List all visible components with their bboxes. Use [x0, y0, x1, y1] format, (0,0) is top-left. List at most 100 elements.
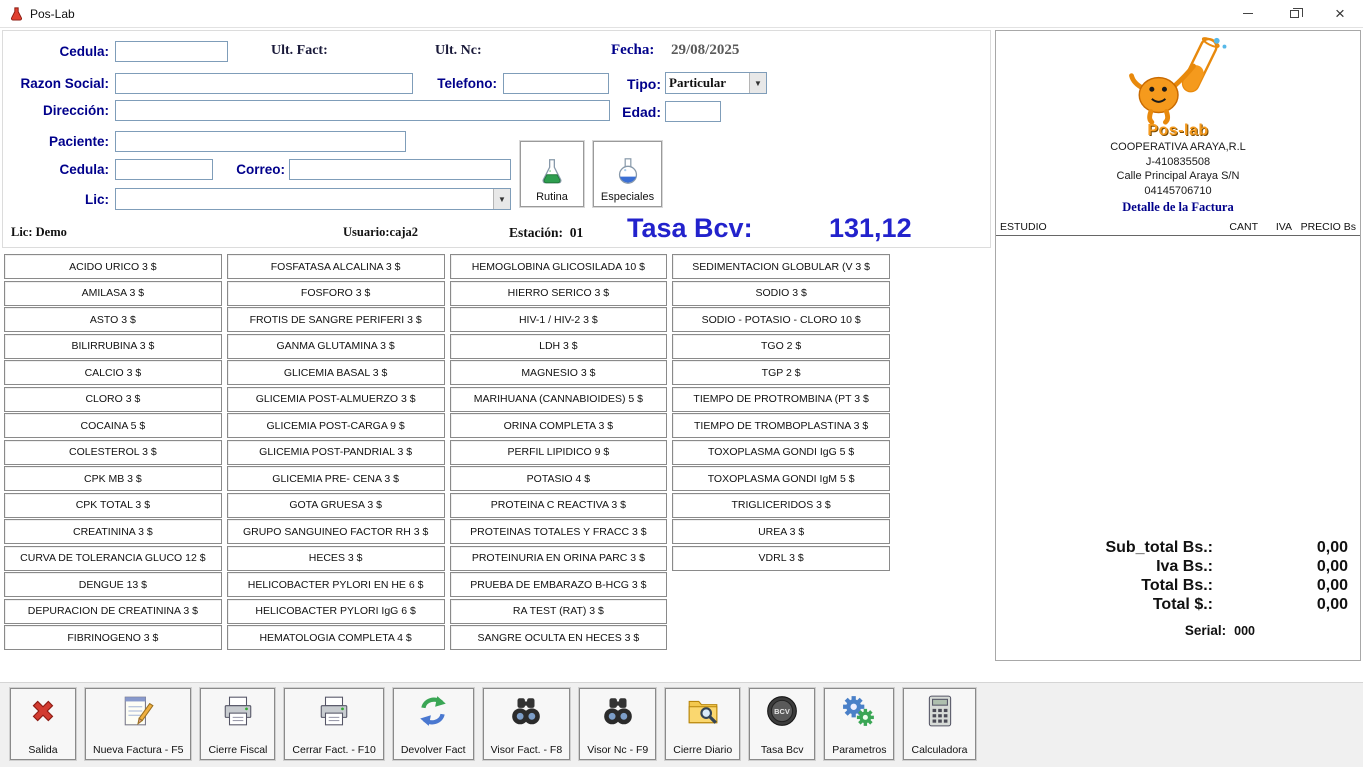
test-button[interactable]: CURVA DE TOLERANCIA GLUCO 12 $	[4, 546, 222, 571]
total-bs-row: Total Bs.: 0,00	[996, 577, 1348, 595]
test-button[interactable]: HIERRO SERICO 3 $	[450, 281, 668, 306]
test-button[interactable]: GLICEMIA BASAL 3 $	[227, 360, 445, 385]
test-button[interactable]: GLICEMIA PRE- CENA 3 $	[227, 466, 445, 491]
test-button[interactable]: CLORO 3 $	[4, 387, 222, 412]
titlebar: Pos-Lab ×	[0, 0, 1363, 28]
edad-input[interactable]	[665, 101, 721, 122]
test-button[interactable]: HELICOBACTER PYLORI EN HE 6 $	[227, 572, 445, 597]
razon-social-input[interactable]	[115, 73, 413, 94]
test-button[interactable]: LDH 3 $	[450, 334, 668, 359]
test-button[interactable]: SODIO 3 $	[672, 281, 890, 306]
test-button[interactable]: ORINA COMPLETA 3 $	[450, 413, 668, 438]
cierre-fiscal-button[interactable]: Cierre Fiscal	[200, 688, 275, 760]
status-lic: Lic: Demo	[11, 225, 67, 240]
test-button[interactable]: CPK MB 3 $	[4, 466, 222, 491]
nueva-factura-button[interactable]: Nueva Factura - F5	[85, 688, 191, 760]
test-button[interactable]: GRUPO SANGUINEO FACTOR RH 3 $	[227, 519, 445, 544]
test-button[interactable]: HEMATOLOGIA COMPLETA 4 $	[227, 625, 445, 650]
direccion-input[interactable]	[115, 100, 610, 121]
exit-icon	[26, 694, 60, 728]
test-button[interactable]: ASTO 3 $	[4, 307, 222, 332]
test-button[interactable]: TOXOPLASMA GONDI IgM 5 $	[672, 466, 890, 491]
visor-nc-button[interactable]: Visor Nc - F9	[579, 688, 656, 760]
lic-select[interactable]: ▼	[115, 188, 511, 210]
test-button[interactable]: CALCIO 3 $	[4, 360, 222, 385]
devolver-fact-button[interactable]: Devolver Fact	[393, 688, 474, 760]
test-button[interactable]: GLICEMIA POST-ALMUERZO 3 $	[227, 387, 445, 412]
cedula-paciente-label: Cedula:	[3, 162, 109, 177]
test-button[interactable]: DEPURACION DE CREATININA 3 $	[4, 599, 222, 624]
test-button[interactable]: FROTIS DE SANGRE PERIFERI 3 $	[227, 307, 445, 332]
test-button[interactable]: GANMA GLUTAMINA 3 $	[227, 334, 445, 359]
tasa-bcv-button[interactable]: BCVTasa Bcv	[749, 688, 815, 760]
test-button[interactable]: PERFIL LIPIDICO 9 $	[450, 440, 668, 465]
test-button[interactable]: FOSFORO 3 $	[227, 281, 445, 306]
test-button[interactable]: SEDIMENTACION GLOBULAR (V 3 $	[672, 254, 890, 279]
test-button[interactable]: POTASIO 4 $	[450, 466, 668, 491]
paciente-input[interactable]	[115, 131, 406, 152]
test-button[interactable]: GLICEMIA POST-PANDRIAL 3 $	[227, 440, 445, 465]
test-button[interactable]: GLICEMIA POST-CARGA 9 $	[227, 413, 445, 438]
invoice-detail-title: Detalle de la Factura	[996, 200, 1360, 215]
test-button[interactable]: HEMOGLOBINA GLICOSILADA 10 $	[450, 254, 668, 279]
test-button[interactable]: FOSFATASA ALCALINA 3 $	[227, 254, 445, 279]
rutina-button[interactable]: Rutina	[520, 141, 584, 207]
parametros-button[interactable]: Parametros	[824, 688, 894, 760]
test-button[interactable]: TOXOPLASMA GONDI IgG 5 $	[672, 440, 890, 465]
toolbar-button-label: Tasa Bcv	[761, 744, 804, 756]
test-button[interactable]: AMILASA 3 $	[4, 281, 222, 306]
test-button[interactable]: TRIGLICERIDOS 3 $	[672, 493, 890, 518]
telefono-input[interactable]	[503, 73, 609, 94]
test-button[interactable]: TGP 2 $	[672, 360, 890, 385]
test-button[interactable]: HIV-1 / HIV-2 3 $	[450, 307, 668, 332]
correo-input[interactable]	[289, 159, 511, 180]
test-button[interactable]: MAGNESIO 3 $	[450, 360, 668, 385]
test-button[interactable]: BILIRRUBINA 3 $	[4, 334, 222, 359]
test-button[interactable]: HECES 3 $	[227, 546, 445, 571]
visor-fact-button[interactable]: Visor Fact. - F8	[483, 688, 571, 760]
total-bs-value: 0,00	[1213, 577, 1348, 595]
toolbar-button-label: Calculadora	[911, 744, 967, 756]
toolbar-button-label: Cierre Fiscal	[208, 744, 267, 756]
close-button[interactable]: ×	[1317, 0, 1363, 27]
telefono-label: Telefono:	[423, 76, 497, 91]
cedula-paciente-input[interactable]	[115, 159, 213, 180]
test-button[interactable]: PROTEINURIA EN ORINA PARC 3 $	[450, 546, 668, 571]
test-button[interactable]: SODIO - POTASIO - CLORO 10 $	[672, 307, 890, 332]
test-button[interactable]: PRUEBA DE EMBARAZO B-HCG 3 $	[450, 572, 668, 597]
test-button[interactable]: COLESTEROL 3 $	[4, 440, 222, 465]
test-button[interactable]: PROTEINAS TOTALES Y FRACC 3 $	[450, 519, 668, 544]
iva-value: 0,00	[1213, 558, 1348, 576]
cedula-client-input[interactable]	[115, 41, 228, 62]
test-button[interactable]: GOTA GRUESA 3 $	[227, 493, 445, 518]
lic-selected-value	[116, 189, 493, 209]
test-button[interactable]: PROTEINA C REACTIVA 3 $	[450, 493, 668, 518]
cerrar-fact-button[interactable]: Cerrar Fact. - F10	[284, 688, 383, 760]
restore-button[interactable]	[1271, 0, 1317, 27]
test-button[interactable]: MARIHUANA (CANNABIOIDES) 5 $	[450, 387, 668, 412]
test-button[interactable]: VDRL 3 $	[672, 546, 890, 571]
test-button[interactable]: TIEMPO DE TROMBOPLASTINA 3 $	[672, 413, 890, 438]
minimize-button[interactable]	[1225, 0, 1271, 27]
cierre-diario-button[interactable]: Cierre Diario	[665, 688, 740, 760]
test-button[interactable]: DENGUE 13 $	[4, 572, 222, 597]
company-name: COOPERATIVA ARAYA,R.L	[996, 140, 1360, 155]
toolbar-button-label: Nueva Factura - F5	[93, 744, 183, 756]
window-controls: ×	[1225, 0, 1363, 27]
especiales-button[interactable]: Especiales	[593, 141, 662, 207]
test-button[interactable]: TIEMPO DE PROTROMBINA (PT 3 $	[672, 387, 890, 412]
test-button[interactable]: COCAINA 5 $	[4, 413, 222, 438]
salida-button[interactable]: Salida	[10, 688, 76, 760]
calculadora-button[interactable]: Calculadora	[903, 688, 975, 760]
test-button[interactable]: UREA 3 $	[672, 519, 890, 544]
test-button[interactable]: HELICOBACTER PYLORI IgG 6 $	[227, 599, 445, 624]
test-button[interactable]: CPK TOTAL 3 $	[4, 493, 222, 518]
test-button[interactable]: RA TEST (RAT) 3 $	[450, 599, 668, 624]
tipo-select[interactable]: Particular ▼	[665, 72, 767, 94]
test-button[interactable]: SANGRE OCULTA EN HECES 3 $	[450, 625, 668, 650]
test-button[interactable]: TGO 2 $	[672, 334, 890, 359]
paciente-label: Paciente:	[3, 134, 109, 149]
test-button[interactable]: ACIDO URICO 3 $	[4, 254, 222, 279]
test-button[interactable]: FIBRINOGENO 3 $	[4, 625, 222, 650]
test-button[interactable]: CREATININA 3 $	[4, 519, 222, 544]
